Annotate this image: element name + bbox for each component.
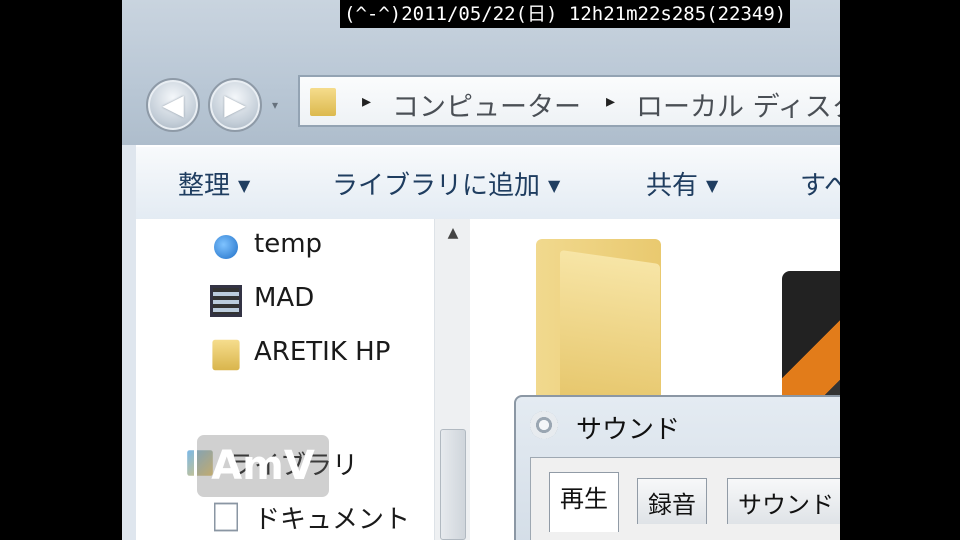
dialog-title: サウンド (576, 415, 681, 445)
sound-dialog: サウンド 再生 録音 サウンド (514, 395, 840, 540)
organize-menu[interactable]: 整理 ▼ (178, 165, 250, 202)
add-to-library-label: ライブラリに追加 (332, 171, 541, 201)
forward-arrow-icon: ▶ (224, 88, 246, 121)
organize-label: 整理 (178, 171, 231, 201)
speaker-icon (530, 411, 558, 439)
scrollbar-thumb[interactable] (440, 429, 466, 540)
breadcrumb-local-disk[interactable]: ローカル ディスク (636, 85, 840, 124)
address-bar[interactable]: ▸ コンピューター ▸ ローカル ディスク (298, 75, 840, 127)
chevron-down-icon: ▼ (548, 176, 561, 195)
share-menu[interactable]: 共有 ▼ (646, 165, 718, 202)
breadcrumb-separator[interactable]: ▸ (362, 91, 371, 112)
forward-button[interactable]: ▶ (208, 78, 262, 132)
folder-icon (310, 88, 336, 116)
video-folder-icon (210, 285, 242, 317)
document-icon (214, 502, 238, 532)
nav-item-label: ドキュメント (254, 505, 411, 535)
chevron-down-icon: ▼ (706, 176, 719, 195)
breadcrumb-computer[interactable]: コンピューター (392, 85, 581, 124)
tab-recording[interactable]: 録音 (637, 478, 707, 524)
chevron-down-icon: ▼ (238, 176, 251, 195)
network-folder-icon (214, 235, 238, 259)
share-label: 共有 (646, 171, 699, 201)
folder-icon[interactable] (560, 249, 660, 415)
command-bar: 整理 ▼ ライブラリに追加 ▼ 共有 ▼ すべ (136, 145, 840, 221)
tab-sounds[interactable]: サウンド (727, 478, 840, 524)
nav-scrollbar[interactable]: ▲ (434, 219, 471, 540)
timestamp-overlay: (^-^)2011/05/22(日) 12h21m22s285(22349) (340, 0, 791, 28)
back-arrow-icon: ◀ (162, 88, 184, 121)
scroll-up-icon[interactable]: ▲ (435, 225, 471, 251)
nav-item-label: MAD (254, 283, 315, 313)
nav-item-label: temp (254, 229, 323, 259)
folder-icon (212, 339, 240, 371)
add-to-library-menu[interactable]: ライブラリに追加 ▼ (332, 165, 560, 202)
breadcrumb-separator[interactable]: ▸ (606, 91, 615, 112)
explorer-window: ◀ ▶ ▾ ▸ コンピューター ▸ ローカル ディスク 整理 ▼ ライブラリに追加… (122, 0, 840, 540)
recent-pages-dropdown[interactable]: ▾ (272, 98, 278, 112)
back-button[interactable]: ◀ (146, 78, 200, 132)
dialog-body: 再生 録音 サウンド (530, 457, 840, 540)
nav-item-label: ARETIK HP (254, 337, 391, 367)
tab-playback[interactable]: 再生 (549, 472, 619, 532)
amv-logo-watermark: AmV (194, 432, 332, 500)
more-menu[interactable]: すべ (800, 165, 840, 202)
